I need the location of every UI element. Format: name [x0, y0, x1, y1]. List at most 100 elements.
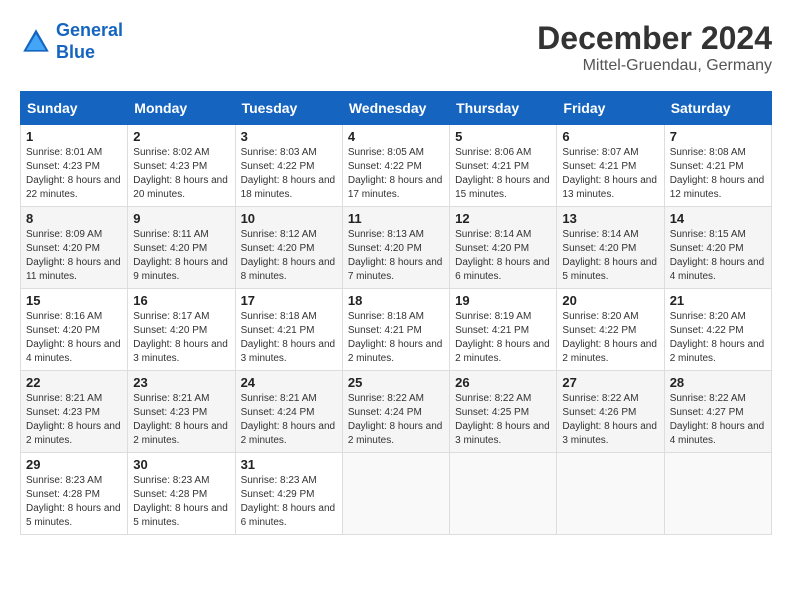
- day-number: 13: [562, 211, 658, 226]
- calendar-cell: 19 Sunrise: 8:19 AMSunset: 4:21 PMDayligh…: [450, 289, 557, 371]
- calendar-cell: [664, 453, 771, 535]
- calendar-cell: 16 Sunrise: 8:17 AMSunset: 4:20 PMDayligh…: [128, 289, 235, 371]
- day-number: 25: [348, 375, 444, 390]
- calendar-cell: 20Sunrise: 8:20 AMSunset: 4:22 PMDayligh…: [557, 289, 664, 371]
- cell-info: Sunrise: 8:18 AMSunset: 4:21 PMDaylight:…: [241, 310, 337, 366]
- calendar-cell: 29 Sunrise: 8:23 AMSunset: 4:28 PMDayligh…: [21, 453, 128, 535]
- day-number: 8: [26, 211, 122, 226]
- calendar-cell: 21 Sunrise: 8:20 AMSunset: 4:22 PMDayligh…: [664, 289, 771, 371]
- cell-info: Sunrise: 8:23 AMSunset: 4:29 PMDaylight:…: [241, 474, 337, 530]
- title-section: December 2024 Mittel-Gruendau, Germany: [537, 20, 772, 75]
- day-number: 16: [133, 293, 229, 308]
- day-number: 23: [133, 375, 229, 390]
- calendar-cell: [557, 453, 664, 535]
- day-number: 30: [133, 457, 229, 472]
- calendar-header-row: SundayMondayTuesdayWednesdayThursdayFrid…: [21, 92, 772, 125]
- calendar-week-row: 1Sunrise: 8:01 AMSunset: 4:23 PMDaylight…: [21, 125, 772, 207]
- cell-info: Sunrise: 8:13 AMSunset: 4:20 PMDaylight:…: [348, 228, 444, 284]
- calendar-cell: 23 Sunrise: 8:21 AMSunset: 4:23 PMDayligh…: [128, 371, 235, 453]
- day-number: 6: [562, 129, 658, 144]
- day-number: 15: [26, 293, 122, 308]
- day-number: 27: [562, 375, 658, 390]
- calendar-cell: 13 Sunrise: 8:14 AMSunset: 4:20 PMDayligh…: [557, 207, 664, 289]
- logo: General Blue: [20, 20, 123, 63]
- calendar-cell: 22Sunrise: 8:21 AMSunset: 4:23 PMDayligh…: [21, 371, 128, 453]
- cell-info: Sunrise: 8:14 AMSunset: 4:20 PMDaylight:…: [455, 228, 551, 284]
- cell-info: Sunrise: 8:21 AMSunset: 4:23 PMDaylight:…: [133, 392, 229, 448]
- day-number: 5: [455, 129, 551, 144]
- day-number: 3: [241, 129, 337, 144]
- calendar-week-row: 8Sunrise: 8:09 AMSunset: 4:20 PMDaylight…: [21, 207, 772, 289]
- calendar-cell: 14Sunrise: 8:15 AMSunset: 4:20 PMDayligh…: [664, 207, 771, 289]
- cell-info: Sunrise: 8:11 AMSunset: 4:20 PMDaylight:…: [133, 228, 229, 284]
- cell-info: Sunrise: 8:14 AMSunset: 4:20 PMDaylight:…: [562, 228, 658, 284]
- month-year-title: December 2024: [537, 20, 772, 57]
- cell-info: Sunrise: 8:15 AMSunset: 4:20 PMDaylight:…: [670, 228, 766, 284]
- logo-text: General Blue: [56, 20, 123, 63]
- calendar-cell: 26 Sunrise: 8:22 AMSunset: 4:25 PMDayligh…: [450, 371, 557, 453]
- calendar-day-header: Thursday: [450, 92, 557, 125]
- day-number: 28: [670, 375, 766, 390]
- calendar-week-row: 22Sunrise: 8:21 AMSunset: 4:23 PMDayligh…: [21, 371, 772, 453]
- calendar-day-header: Saturday: [664, 92, 771, 125]
- calendar-cell: 17Sunrise: 8:18 AMSunset: 4:21 PMDayligh…: [235, 289, 342, 371]
- calendar-cell: 25 Sunrise: 8:22 AMSunset: 4:24 PMDayligh…: [342, 371, 449, 453]
- calendar-cell: 2 Sunrise: 8:02 AMSunset: 4:23 PMDaylight…: [128, 125, 235, 207]
- day-number: 26: [455, 375, 551, 390]
- calendar-table: SundayMondayTuesdayWednesdayThursdayFrid…: [20, 91, 772, 535]
- calendar-day-header: Friday: [557, 92, 664, 125]
- day-number: 9: [133, 211, 229, 226]
- calendar-cell: 11 Sunrise: 8:13 AMSunset: 4:20 PMDayligh…: [342, 207, 449, 289]
- day-number: 12: [455, 211, 551, 226]
- calendar-cell: 6 Sunrise: 8:07 AMSunset: 4:21 PMDaylight…: [557, 125, 664, 207]
- calendar-week-row: 29 Sunrise: 8:23 AMSunset: 4:28 PMDayligh…: [21, 453, 772, 535]
- calendar-cell: [450, 453, 557, 535]
- calendar-cell: 18 Sunrise: 8:18 AMSunset: 4:21 PMDayligh…: [342, 289, 449, 371]
- day-number: 29: [26, 457, 122, 472]
- cell-info: Sunrise: 8:22 AMSunset: 4:25 PMDaylight:…: [455, 392, 551, 448]
- calendar-cell: 10Sunrise: 8:12 AMSunset: 4:20 PMDayligh…: [235, 207, 342, 289]
- cell-info: Sunrise: 8:17 AMSunset: 4:20 PMDaylight:…: [133, 310, 229, 366]
- cell-info: Sunrise: 8:19 AMSunset: 4:21 PMDaylight:…: [455, 310, 551, 366]
- calendar-body: 1Sunrise: 8:01 AMSunset: 4:23 PMDaylight…: [21, 125, 772, 535]
- cell-info: Sunrise: 8:22 AMSunset: 4:26 PMDaylight:…: [562, 392, 658, 448]
- calendar-day-header: Monday: [128, 92, 235, 125]
- cell-info: Sunrise: 8:06 AMSunset: 4:21 PMDaylight:…: [455, 146, 551, 202]
- day-number: 7: [670, 129, 766, 144]
- cell-info: Sunrise: 8:22 AMSunset: 4:24 PMDaylight:…: [348, 392, 444, 448]
- cell-info: Sunrise: 8:21 AMSunset: 4:24 PMDaylight:…: [241, 392, 337, 448]
- calendar-cell: 27 Sunrise: 8:22 AMSunset: 4:26 PMDayligh…: [557, 371, 664, 453]
- day-number: 2: [133, 129, 229, 144]
- cell-info: Sunrise: 8:05 AMSunset: 4:22 PMDaylight:…: [348, 146, 444, 202]
- calendar-cell: 31 Sunrise: 8:23 AMSunset: 4:29 PMDayligh…: [235, 453, 342, 535]
- cell-info: Sunrise: 8:20 AMSunset: 4:22 PMDaylight:…: [562, 310, 658, 366]
- day-number: 24: [241, 375, 337, 390]
- calendar-cell: 15 Sunrise: 8:16 AMSunset: 4:20 PMDayligh…: [21, 289, 128, 371]
- calendar-cell: 5 Sunrise: 8:06 AMSunset: 4:21 PMDaylight…: [450, 125, 557, 207]
- cell-info: Sunrise: 8:23 AMSunset: 4:28 PMDaylight:…: [26, 474, 122, 530]
- cell-info: Sunrise: 8:18 AMSunset: 4:21 PMDaylight:…: [348, 310, 444, 366]
- cell-info: Sunrise: 8:01 AMSunset: 4:23 PMDaylight:…: [26, 146, 122, 202]
- cell-info: Sunrise: 8:20 AMSunset: 4:22 PMDaylight:…: [670, 310, 766, 366]
- day-number: 11: [348, 211, 444, 226]
- calendar-day-header: Sunday: [21, 92, 128, 125]
- calendar-cell: 1Sunrise: 8:01 AMSunset: 4:23 PMDaylight…: [21, 125, 128, 207]
- day-number: 31: [241, 457, 337, 472]
- calendar-cell: 24 Sunrise: 8:21 AMSunset: 4:24 PMDayligh…: [235, 371, 342, 453]
- cell-info: Sunrise: 8:21 AMSunset: 4:23 PMDaylight:…: [26, 392, 122, 448]
- calendar-week-row: 15 Sunrise: 8:16 AMSunset: 4:20 PMDayligh…: [21, 289, 772, 371]
- cell-info: Sunrise: 8:07 AMSunset: 4:21 PMDaylight:…: [562, 146, 658, 202]
- calendar-cell: 7Sunrise: 8:08 AMSunset: 4:21 PMDaylight…: [664, 125, 771, 207]
- cell-info: Sunrise: 8:16 AMSunset: 4:20 PMDaylight:…: [26, 310, 122, 366]
- day-number: 21: [670, 293, 766, 308]
- day-number: 18: [348, 293, 444, 308]
- cell-info: Sunrise: 8:02 AMSunset: 4:23 PMDaylight:…: [133, 146, 229, 202]
- calendar-cell: 8Sunrise: 8:09 AMSunset: 4:20 PMDaylight…: [21, 207, 128, 289]
- calendar-cell: 9 Sunrise: 8:11 AMSunset: 4:20 PMDaylight…: [128, 207, 235, 289]
- day-number: 19: [455, 293, 551, 308]
- cell-info: Sunrise: 8:22 AMSunset: 4:27 PMDaylight:…: [670, 392, 766, 448]
- calendar-cell: 4Sunrise: 8:05 AMSunset: 4:22 PMDaylight…: [342, 125, 449, 207]
- page-header: General Blue December 2024 Mittel-Gruend…: [20, 20, 772, 75]
- calendar-cell: 12 Sunrise: 8:14 AMSunset: 4:20 PMDayligh…: [450, 207, 557, 289]
- cell-info: Sunrise: 8:12 AMSunset: 4:20 PMDaylight:…: [241, 228, 337, 284]
